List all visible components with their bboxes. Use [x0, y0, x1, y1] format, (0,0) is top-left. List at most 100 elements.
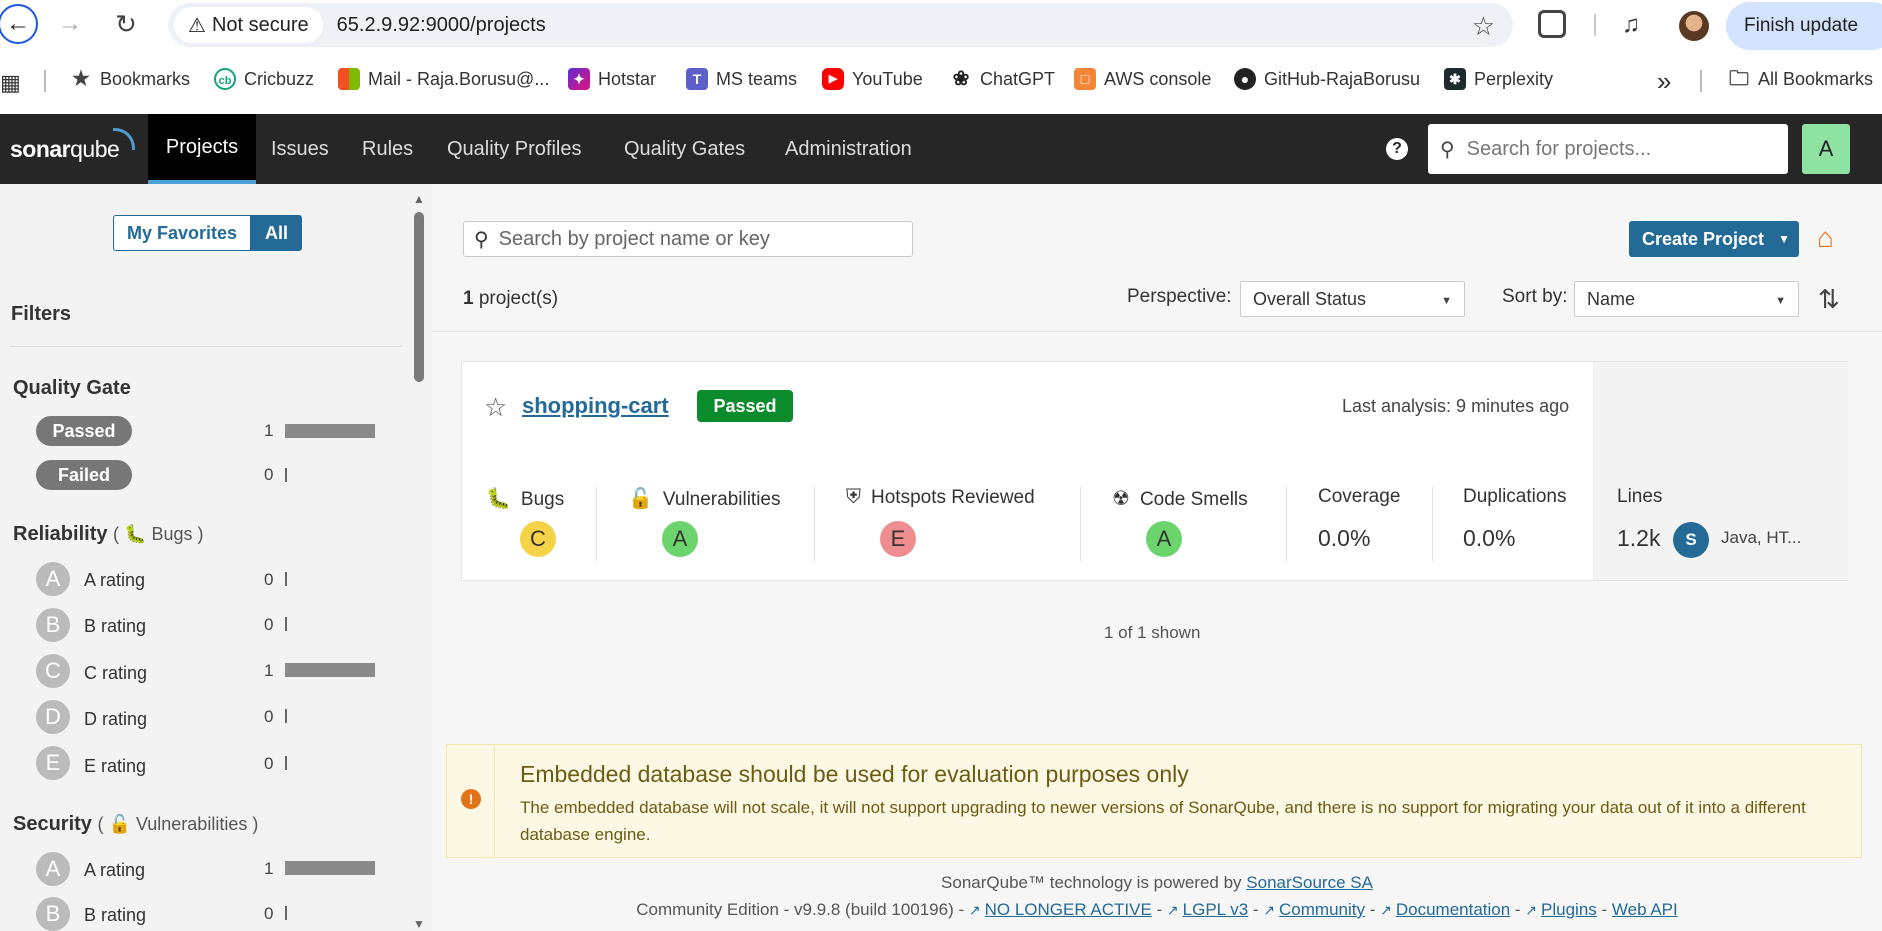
- security-b-label[interactable]: B rating: [84, 905, 146, 926]
- sonarqube-logo[interactable]: sonarqube: [10, 128, 136, 163]
- reliability-b-label[interactable]: B rating: [84, 616, 146, 637]
- back-button[interactable]: ←: [0, 4, 38, 44]
- tab-administration[interactable]: Administration: [785, 114, 912, 184]
- perplexity-icon: ✱: [1444, 68, 1466, 90]
- plugins-link[interactable]: Plugins: [1541, 900, 1597, 919]
- security-a-label[interactable]: A rating: [84, 860, 145, 881]
- coverage-value[interactable]: 0.0%: [1318, 525, 1370, 552]
- bookmark-teams[interactable]: T MS teams: [686, 68, 797, 90]
- favorite-star-icon[interactable]: ☆: [484, 392, 507, 423]
- scroll-up-icon[interactable]: ▲: [413, 192, 425, 206]
- web-api-link[interactable]: Web API: [1612, 900, 1678, 919]
- no-longer-active-link[interactable]: NO LONGER ACTIVE: [985, 900, 1152, 919]
- lgpl-link[interactable]: LGPL v3: [1183, 900, 1249, 919]
- reliability-d-label[interactable]: D rating: [84, 709, 147, 730]
- reliability-e-label[interactable]: E rating: [84, 756, 146, 777]
- documentation-link[interactable]: Documentation: [1396, 900, 1510, 919]
- tab-projects[interactable]: Projects: [148, 114, 256, 184]
- rating-b-circle[interactable]: B: [36, 608, 70, 642]
- browser-toolbar: ← → ↻ ⚠ Not secure 65.2.9.92:9000/projec…: [0, 0, 1882, 52]
- vulnerabilities-metric-label[interactable]: 🔓 Vulnerabilities: [628, 486, 781, 511]
- sonarsource-link[interactable]: SonarSource SA: [1246, 873, 1373, 892]
- rating-e-circle[interactable]: E: [36, 746, 70, 780]
- duplications-metric-label[interactable]: Duplications: [1463, 486, 1567, 508]
- extensions-icon[interactable]: [1538, 10, 1566, 38]
- rating-d-circle[interactable]: D: [36, 700, 70, 734]
- security-rating-a-circle[interactable]: A: [36, 852, 70, 886]
- community-link[interactable]: Community: [1279, 900, 1365, 919]
- toolbar-divider: [1594, 14, 1596, 36]
- scrollbar-thumb[interactable]: [414, 212, 424, 382]
- bookmark-aws[interactable]: □ AWS console: [1074, 68, 1211, 90]
- lock-icon: 🔓: [108, 814, 131, 834]
- rating-a-circle[interactable]: A: [36, 562, 70, 596]
- shield-icon: ⛨: [846, 486, 861, 508]
- bug-icon: 🐛: [486, 488, 511, 510]
- bookmark-hotstar[interactable]: ✦ Hotstar: [568, 68, 656, 90]
- apps-grid-icon[interactable]: ▦: [0, 70, 21, 96]
- tab-quality-profiles[interactable]: Quality Profiles: [447, 114, 582, 184]
- filter-failed[interactable]: Failed: [36, 460, 132, 490]
- reliability-e-bar: [285, 756, 287, 770]
- rating-c-circle[interactable]: C: [36, 654, 70, 688]
- filter-passed[interactable]: Passed: [36, 416, 132, 446]
- external-link-icon: ↗: [1263, 902, 1276, 918]
- bookmark-github[interactable]: ● GitHub-RajaBorusu: [1234, 68, 1420, 90]
- sort-select[interactable]: Name ▼: [1574, 281, 1799, 317]
- profile-avatar[interactable]: [1679, 11, 1709, 41]
- chevron-down-icon: ▼: [1775, 295, 1786, 307]
- bookmark-chatgpt[interactable]: ❀ ChatGPT: [950, 68, 1055, 90]
- bookmark-star-icon[interactable]: ☆: [1472, 11, 1495, 42]
- sidebar-scrollbar[interactable]: ▲ ▼: [412, 188, 426, 931]
- bookmark-youtube[interactable]: ▶ YouTube: [822, 68, 923, 90]
- bookmark-perplexity[interactable]: ✱ Perplexity: [1444, 68, 1553, 90]
- logo-wave-icon: [113, 128, 136, 150]
- coverage-metric-label[interactable]: Coverage: [1318, 486, 1400, 508]
- lock-icon: 🔓: [628, 488, 653, 510]
- security-rating-b-circle[interactable]: B: [36, 897, 70, 931]
- perspective-select[interactable]: Overall Status ▼: [1240, 281, 1465, 317]
- security-a-bar: [285, 861, 375, 875]
- address-bar[interactable]: ⚠ Not secure 65.2.9.92:9000/projects ☆: [168, 3, 1513, 47]
- bugs-metric-label[interactable]: 🐛 Bugs: [486, 486, 564, 511]
- forward-button[interactable]: →: [50, 4, 90, 44]
- vulnerabilities-grade[interactable]: A: [662, 521, 698, 557]
- teams-icon: T: [686, 68, 708, 90]
- tab-rules[interactable]: Rules: [362, 114, 413, 184]
- url-text[interactable]: 65.2.9.92:9000/projects: [337, 14, 546, 37]
- hotspots-metric-label[interactable]: ⛨ Hotspots Reviewed: [846, 486, 1035, 509]
- my-favorites-button[interactable]: My Favorites: [113, 215, 252, 251]
- youtube-icon: ▶: [822, 68, 844, 90]
- security-chip[interactable]: ⚠ Not secure: [174, 7, 323, 43]
- alert-icon: !: [461, 789, 481, 809]
- all-button[interactable]: All: [251, 215, 303, 251]
- home-icon[interactable]: ⌂: [1817, 222, 1834, 254]
- bugs-grade[interactable]: C: [520, 521, 556, 557]
- sort-order-icon[interactable]: ⇅: [1818, 284, 1840, 315]
- media-control-icon[interactable]: ♫: [1622, 11, 1640, 39]
- reload-button[interactable]: ↻: [106, 4, 146, 44]
- user-avatar[interactable]: A: [1802, 124, 1850, 174]
- code-smells-grade[interactable]: A: [1146, 521, 1182, 557]
- more-bookmarks-icon[interactable]: »: [1657, 66, 1671, 97]
- bookmark-mail[interactable]: Mail - Raja.Borusu@...: [338, 68, 549, 90]
- duplications-value[interactable]: 0.0%: [1463, 525, 1515, 552]
- reliability-c-label[interactable]: C rating: [84, 663, 147, 684]
- global-search-input[interactable]: ⚲ Search for projects...: [1428, 124, 1788, 174]
- hotspots-grade[interactable]: E: [880, 521, 916, 557]
- metric-divider: [1432, 487, 1433, 561]
- help-icon[interactable]: ?: [1386, 138, 1408, 160]
- bookmark-bookmarks[interactable]: ★ Bookmarks: [70, 68, 190, 90]
- bug-icon: 🐛: [124, 524, 147, 544]
- scroll-down-icon[interactable]: ▼: [413, 917, 425, 931]
- code-smells-metric-label[interactable]: ☢ Code Smells: [1112, 486, 1248, 511]
- reliability-a-label[interactable]: A rating: [84, 570, 145, 591]
- finish-update-button[interactable]: Finish update: [1726, 2, 1882, 50]
- tab-quality-gates[interactable]: Quality Gates: [624, 114, 745, 184]
- project-name-link[interactable]: shopping-cart: [522, 393, 669, 419]
- tab-issues[interactable]: Issues: [271, 114, 329, 184]
- project-search-input[interactable]: ⚲ Search by project name or key: [463, 221, 913, 257]
- bookmark-all[interactable]: 🗀 All Bookmarks: [1728, 68, 1873, 90]
- bookmark-cricbuzz[interactable]: cb Cricbuzz: [214, 68, 314, 90]
- create-project-button[interactable]: Create Project ▼: [1629, 221, 1799, 257]
